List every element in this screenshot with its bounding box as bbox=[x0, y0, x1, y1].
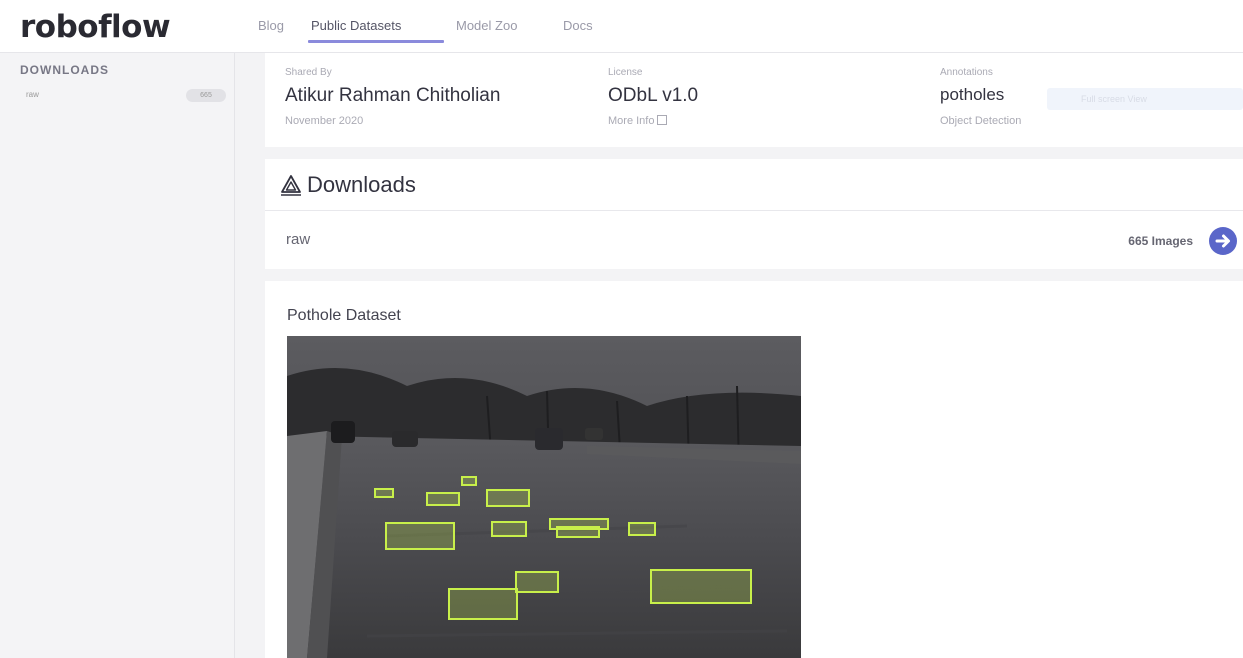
download-version-name: raw bbox=[286, 231, 311, 248]
full-screen-view-button[interactable]: Full screen View bbox=[1047, 88, 1243, 110]
download-arrow-icon[interactable] bbox=[1208, 226, 1238, 256]
annotations-type: Object Detection bbox=[940, 115, 1022, 127]
shared-by-date: November 2020 bbox=[285, 115, 364, 127]
shared-by-label: Shared By bbox=[285, 67, 332, 78]
active-tab-underline bbox=[308, 40, 444, 43]
download-row-raw[interactable]: raw 665 Images bbox=[265, 211, 1243, 269]
nav-link-docs[interactable]: Docs bbox=[563, 18, 593, 33]
annotated-pothole-image bbox=[287, 336, 801, 658]
annotations-label: Annotations bbox=[940, 67, 993, 78]
sidebar-item-raw[interactable]: raw 665 bbox=[14, 87, 226, 105]
nav-link-public-datasets[interactable]: Public Datasets bbox=[311, 18, 401, 33]
downloads-header: Downloads bbox=[265, 159, 1243, 211]
more-info-text: More Info bbox=[608, 115, 655, 127]
annotations-value: potholes bbox=[940, 85, 1005, 104]
sidebar-item-label: raw bbox=[26, 90, 39, 99]
nav-link-model-zoo[interactable]: Model Zoo bbox=[456, 18, 517, 33]
dataset-info-card: Shared By Atikur Rahman Chitholian Novem… bbox=[265, 53, 1243, 147]
stack-icon bbox=[281, 175, 301, 196]
readme-title: Pothole Dataset bbox=[287, 307, 401, 324]
shared-by-value: Atikur Rahman Chitholian bbox=[285, 85, 501, 106]
license-label: License bbox=[608, 67, 643, 78]
roboflow-logo[interactable]: roboflow bbox=[20, 9, 171, 45]
road-photo-illustration bbox=[287, 336, 801, 658]
sidebar-heading: DOWNLOADS bbox=[20, 63, 109, 77]
sidebar: DOWNLOADS raw 665 bbox=[0, 53, 235, 658]
external-link-icon bbox=[657, 115, 668, 125]
nav-link-blog[interactable]: Blog bbox=[258, 18, 284, 33]
sidebar-item-count-badge: 665 bbox=[186, 89, 226, 102]
download-image-count: 665 Images bbox=[1128, 234, 1193, 248]
top-navigation: roboflow Blog Public Datasets Model Zoo … bbox=[0, 0, 1243, 53]
downloads-title: Downloads bbox=[307, 172, 416, 197]
license-more-info-link[interactable]: More Info bbox=[608, 115, 668, 127]
downloads-card: Downloads raw 665 Images bbox=[265, 159, 1243, 269]
dataset-readme-card: Pothole Dataset bbox=[265, 281, 1243, 658]
license-value: ODbL v1.0 bbox=[608, 85, 699, 106]
